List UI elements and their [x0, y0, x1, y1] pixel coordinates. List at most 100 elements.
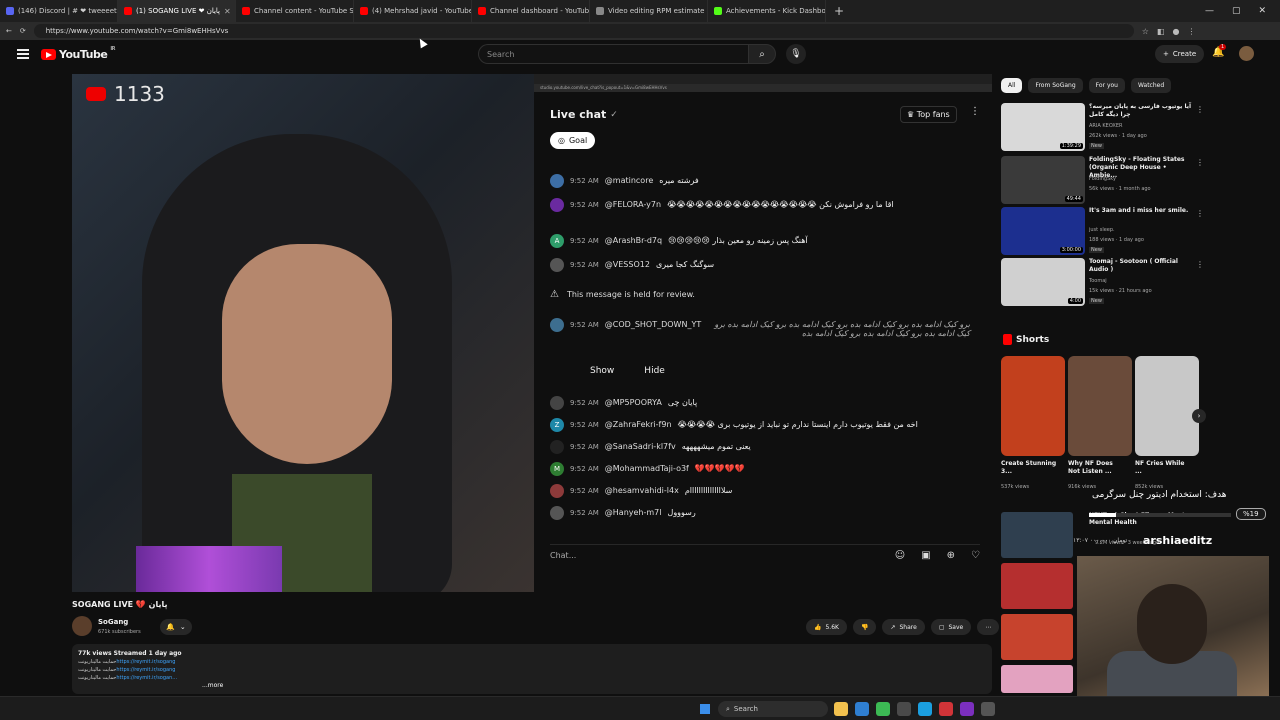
maximize-icon[interactable]: ▢ — [1232, 6, 1241, 16]
share-button[interactable]: ↗ Share — [882, 619, 925, 635]
search-input[interactable]: Search — [478, 44, 748, 64]
subscription-bell-button[interactable]: 🔔 ⌄ — [160, 619, 192, 635]
new-badge: New — [1089, 298, 1104, 304]
minimize-icon[interactable]: — — [1205, 6, 1214, 16]
top-fans-button[interactable]: ♛ Top fans — [900, 106, 957, 123]
filter-chip[interactable]: All — [1001, 78, 1023, 93]
search-button[interactable]: ⌕ — [748, 44, 776, 64]
short-thumbnail[interactable] — [1135, 356, 1199, 456]
short-title[interactable]: NF Cries While ... — [1135, 460, 1193, 476]
filter-chip[interactable]: For you — [1088, 78, 1125, 93]
browser-tab[interactable]: (1) SOGANG LIVE ❤ پایان ✕ — [118, 0, 236, 22]
short-title[interactable]: Why NF Does Not Listen ... — [1068, 460, 1126, 476]
file-explorer-icon[interactable] — [834, 702, 848, 716]
url-field[interactable]: https://www.youtube.com/watch?v=Gmi8wEHH… — [33, 24, 1134, 38]
settings-icon[interactable] — [981, 702, 995, 716]
app-icon[interactable] — [960, 702, 974, 716]
video-channel[interactable]: ARIA KEOXER — [1089, 123, 1123, 129]
windows-start-icon[interactable] — [700, 704, 710, 714]
heart-icon[interactable]: ♡ — [971, 550, 980, 561]
close-window-icon[interactable]: ✕ — [1258, 6, 1266, 16]
account-avatar[interactable] — [1239, 46, 1254, 61]
extension-icon[interactable]: ☆ — [1142, 27, 1149, 36]
channel-avatar[interactable] — [72, 616, 92, 636]
video-channel[interactable]: FoldingSky — [1089, 176, 1116, 182]
add-icon[interactable]: ⊕ — [947, 550, 955, 561]
rec-thumbnail[interactable] — [1001, 665, 1073, 693]
voice-search-button[interactable]: 🎙 — [786, 44, 806, 64]
taskbar-search[interactable]: ⌕ Search — [718, 701, 828, 717]
channel-name[interactable]: SoGang — [98, 618, 128, 626]
filter-chips: All From SoGang For you Watched — [1001, 78, 1172, 93]
tab-close-icon[interactable]: ✕ — [224, 7, 231, 16]
browser-tab[interactable]: Achievements - Kick Dashboard✕ — [708, 0, 826, 22]
profile-icon[interactable]: ● — [1172, 27, 1179, 36]
video-title[interactable]: It's 3am and i miss her smile. — [1089, 207, 1193, 215]
video-title[interactable]: آیا یوتیوب فارسی به پایان میرسه؟ چرا دیگ… — [1089, 103, 1193, 119]
video-thumbnail[interactable]: 3:00:00 — [1001, 207, 1085, 255]
description-prefix: حمایت مالیناریونت — [78, 667, 117, 673]
like-button[interactable]: 👍 5.6K — [806, 619, 847, 635]
filter-chip[interactable]: From SoGang — [1028, 78, 1083, 93]
more-actions-button[interactable]: ⋯ — [977, 619, 1000, 635]
chrome-icon[interactable] — [876, 702, 890, 716]
more-options-icon[interactable]: ⋮ — [1196, 105, 1204, 114]
rec-thumbnail[interactable] — [1001, 614, 1073, 660]
video-description[interactable]: 77k views Streamed 1 day ago حمایت مالین… — [72, 644, 992, 694]
menu-icon[interactable] — [17, 49, 29, 59]
filter-chip[interactable]: Watched — [1130, 78, 1172, 93]
chat-input[interactable]: Chat... ☺ ▣ ⊕ ♡ — [550, 544, 980, 562]
recommended-video[interactable]: 49:44 FoldingSky - Floating States (Organ… — [1001, 156, 1204, 204]
short-thumbnail[interactable] — [1068, 356, 1132, 456]
video-thumbnail[interactable]: 4:00 — [1001, 258, 1085, 306]
message-author: @COD_SHOT_DOWN_YT — [604, 320, 702, 329]
rec-thumbnail[interactable] — [1001, 563, 1073, 609]
recommended-video[interactable]: 4:00 Toomaj - Sootoon ( Official Audio ) T… — [1001, 258, 1204, 306]
recommended-video[interactable]: 1:39:29 آیا یوتیوب فارسی به پایان میرسه؟ … — [1001, 103, 1204, 151]
show-more-link[interactable]: ...more — [202, 682, 223, 689]
super-chat-icon[interactable]: ▣ — [921, 550, 930, 561]
video-channel[interactable]: just sleep. — [1089, 227, 1115, 233]
browser-tab[interactable]: Channel content - YouTube Studio✕ — [236, 0, 354, 22]
browser-tab[interactable]: (146) Discord | # ❤ tweeeets | M✕ — [0, 0, 118, 22]
menu-kebab-icon[interactable]: ⋮ — [1187, 27, 1195, 36]
more-options-icon[interactable]: ⋮ — [1196, 158, 1204, 167]
recommended-video[interactable]: 3:00:00 It's 3am and i miss her smile. jus… — [1001, 207, 1204, 255]
app-icon[interactable] — [939, 702, 953, 716]
description-link[interactable]: https://reymit.ir/sogang — [116, 659, 175, 665]
stream-counter: 1133 — [114, 82, 165, 106]
video-channel[interactable]: Toomaj — [1089, 278, 1107, 284]
video-player[interactable]: 1133 studio.youtube.com/live_chat?is_pop… — [72, 74, 992, 592]
video-thumbnail[interactable]: 49:44 — [1001, 156, 1085, 204]
telegram-icon[interactable] — [918, 702, 932, 716]
more-options-icon[interactable]: ⋮ — [1196, 209, 1204, 218]
save-button[interactable]: ▢ Save — [930, 619, 972, 635]
more-options-icon[interactable]: ⋮ — [1196, 260, 1204, 269]
create-button[interactable]: + Create — [1155, 45, 1205, 63]
warning-icon: ⚠ — [550, 289, 559, 300]
description-link[interactable]: https://reymit.ir/sogang — [116, 667, 175, 673]
shorts-next-arrow-icon[interactable]: › — [1192, 409, 1206, 423]
browser-tab[interactable]: Video editing RPM estimate✕ — [590, 0, 708, 22]
video-title[interactable]: Toomaj - Sootoon ( Official Audio ) — [1089, 258, 1193, 274]
video-thumbnail[interactable]: 1:39:29 — [1001, 103, 1085, 151]
reload-icon[interactable]: ⟳ — [20, 27, 26, 35]
show-message-button[interactable]: Show — [580, 362, 624, 380]
browser-tab[interactable]: Channel dashboard - YouTube St✕ — [472, 0, 590, 22]
edge-icon[interactable] — [855, 702, 869, 716]
back-icon[interactable]: ← — [6, 27, 12, 35]
new-tab-icon[interactable]: + — [826, 4, 852, 18]
puzzle-icon[interactable]: ◧ — [1157, 27, 1165, 36]
short-title[interactable]: Create Stunning 3... — [1001, 460, 1059, 476]
app-icon[interactable] — [897, 702, 911, 716]
browser-tab[interactable]: (4) Mehrshad javid - YouTube✕ — [354, 0, 472, 22]
chat-menu-kebab-icon[interactable]: ⋮ — [970, 106, 980, 117]
short-thumbnail[interactable] — [1001, 356, 1065, 456]
hide-message-button[interactable]: Hide — [634, 362, 675, 380]
dislike-button[interactable]: 👎 — [852, 619, 877, 635]
description-link[interactable]: https://reymit.ir/sogan... — [116, 675, 177, 681]
youtube-logo[interactable]: YouTube IR — [41, 46, 116, 61]
goal-button[interactable]: ◎ Goal — [550, 132, 596, 149]
emoji-icon[interactable]: ☺ — [895, 550, 905, 561]
next-rec-thumbnail[interactable] — [1001, 512, 1073, 558]
